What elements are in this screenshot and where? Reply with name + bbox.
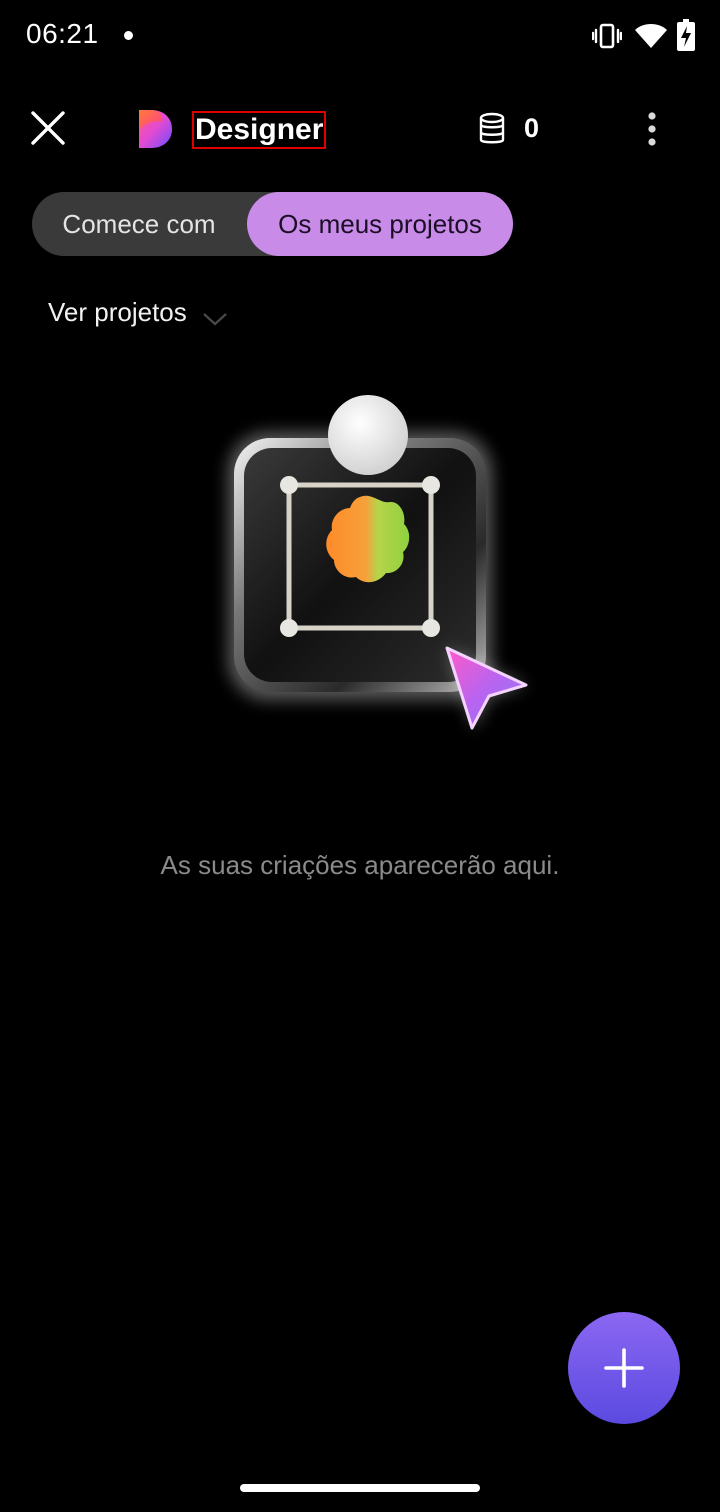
plus-icon — [604, 1348, 644, 1388]
ver-projetos-dropdown[interactable]: Ver projetos — [48, 290, 229, 334]
chevron-down-icon — [203, 313, 227, 326]
status-time: 06:21 — [26, 18, 99, 49]
coins-stack-icon[interactable] — [478, 112, 506, 151]
app-title: Designer — [191, 111, 327, 149]
empty-state-message: As suas criações aparecerão aqui. — [160, 850, 560, 880]
close-button[interactable] — [26, 106, 70, 150]
tab-os-meus-projetos[interactable]: Os meus projetos — [247, 192, 513, 256]
wifi-icon — [634, 22, 668, 55]
credits-count[interactable]: 0 — [524, 113, 539, 144]
designer-logo-icon — [135, 108, 173, 155]
create-new-button[interactable] — [568, 1312, 680, 1424]
vibrate-icon — [591, 22, 623, 55]
notification-dot-icon — [124, 31, 133, 40]
home-indicator[interactable] — [240, 1484, 480, 1492]
battery-charging-icon — [677, 19, 695, 56]
more-options-button[interactable] — [634, 108, 670, 150]
close-icon — [31, 111, 65, 145]
more-vertical-icon — [648, 112, 656, 146]
ver-projetos-label: Ver projetos — [48, 296, 187, 327]
tab-comece-com[interactable]: Comece com — [32, 192, 246, 256]
design-canvas-illustration — [200, 380, 560, 760]
